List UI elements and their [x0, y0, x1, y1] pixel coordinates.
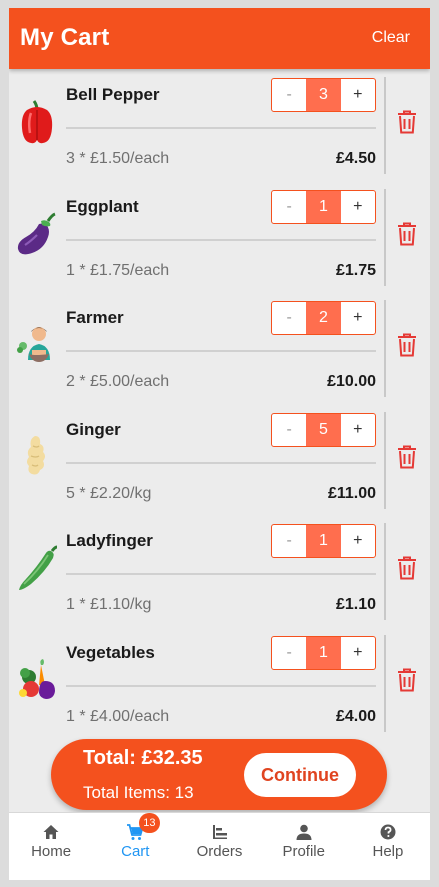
- vertical-divider: [384, 188, 386, 286]
- decrease-quantity-button[interactable]: -: [272, 414, 306, 446]
- item-divider: [66, 350, 376, 352]
- tab-home[interactable]: Home: [9, 813, 93, 880]
- trash-icon[interactable]: [395, 667, 419, 693]
- farmer-image: [17, 327, 50, 362]
- item-name: Ginger: [66, 419, 121, 439]
- quantity-value: 5: [306, 413, 341, 446]
- trash-icon[interactable]: [395, 109, 419, 135]
- increase-quantity-button[interactable]: +: [341, 637, 375, 669]
- quantity-value: 1: [306, 190, 341, 223]
- item-name: Eggplant: [66, 196, 139, 216]
- vertical-divider: [384, 300, 386, 397]
- trash-icon[interactable]: [395, 555, 419, 581]
- continue-button[interactable]: Continue: [244, 753, 356, 797]
- increase-quantity-button[interactable]: +: [341, 191, 375, 223]
- decrease-quantity-button[interactable]: -: [272, 525, 306, 557]
- item-divider: [66, 573, 376, 575]
- cart-item-farmer: Farmer - 2 + 2 * £5.00/each £10.00: [9, 292, 430, 404]
- decrease-quantity-button[interactable]: -: [272, 302, 306, 334]
- tab-help[interactable]: Help: [346, 813, 430, 880]
- cart-total: Total: £32.35: [83, 747, 203, 769]
- item-divider: [66, 461, 376, 464]
- vertical-divider: [384, 77, 386, 174]
- profile-icon: [296, 824, 312, 840]
- tab-profile[interactable]: Profile: [262, 813, 346, 880]
- app-screen: My Cart Clear Bell Pepper - 3 + 3 * £1.5…: [9, 8, 430, 880]
- quantity-stepper: - 1 +: [271, 635, 376, 670]
- item-total-price: £10.00: [327, 373, 376, 390]
- trash-icon[interactable]: [395, 221, 419, 247]
- item-total-price: £4.00: [335, 707, 376, 725]
- checkout-bar: Total: £32.35 Total Items: 13 Continue: [51, 739, 387, 810]
- decrease-quantity-button[interactable]: -: [272, 79, 306, 111]
- quantity-stepper: - 1 +: [271, 524, 376, 558]
- quantity-stepper: - 1 +: [271, 189, 376, 224]
- item-unit-price: 3 * £1.50/each: [66, 150, 170, 167]
- vertical-divider: [384, 523, 386, 620]
- cart-item-vegetables: Vegetables - 1 + 1 * £4.00/each £4.00: [9, 627, 430, 739]
- cart-item-eggplant: Eggplant - 1 + 1 * £1.75/each £1.75: [9, 181, 430, 293]
- item-unit-price: 1 * £1.10/kg: [66, 596, 152, 613]
- cart-item-bell-pepper: Bell Pepper - 3 + 3 * £1.50/each £4.50: [9, 69, 430, 181]
- tab-label: Home: [31, 843, 72, 860]
- tab-cart[interactable]: 13 Cart: [93, 813, 177, 880]
- item-name: Ladyfinger: [66, 531, 153, 550]
- quantity-stepper: - 2 +: [271, 301, 376, 335]
- cart-item-count: Total Items: 13: [83, 783, 194, 802]
- bell-pepper-image: [21, 100, 53, 144]
- item-total-price: £1.10: [335, 596, 376, 613]
- clear-cart-button[interactable]: Clear: [372, 29, 410, 47]
- item-total-price: £11.00: [327, 484, 376, 502]
- item-total-price: £4.50: [335, 150, 376, 167]
- ladyfinger-image: [19, 545, 58, 590]
- item-name: Farmer: [66, 308, 124, 327]
- home-icon: [43, 825, 59, 839]
- item-unit-price: 1 * £1.75/each: [66, 261, 170, 279]
- ginger-image: [27, 435, 45, 474]
- orders-icon: [212, 825, 227, 839]
- decrease-quantity-button[interactable]: -: [272, 191, 306, 223]
- increase-quantity-button[interactable]: +: [341, 302, 375, 334]
- vegetables-image: [19, 658, 55, 699]
- quantity-value: 1: [306, 636, 341, 669]
- item-total-price: £1.75: [335, 261, 376, 279]
- quantity-stepper: - 5 +: [271, 412, 376, 447]
- item-divider: [66, 238, 376, 241]
- quantity-stepper: - 3 +: [271, 78, 376, 112]
- app-header: My Cart Clear: [9, 8, 430, 69]
- increase-quantity-button[interactable]: +: [341, 414, 375, 446]
- item-divider: [66, 127, 376, 129]
- help-icon: [380, 824, 396, 840]
- trash-icon[interactable]: [395, 332, 419, 358]
- vertical-divider: [384, 634, 386, 732]
- quantity-value: 1: [306, 525, 341, 557]
- tab-orders[interactable]: Orders: [177, 813, 261, 880]
- vertical-divider: [384, 411, 386, 509]
- trash-icon[interactable]: [395, 444, 419, 470]
- item-name: Vegetables: [66, 642, 155, 662]
- eggplant-image: [17, 212, 56, 254]
- item-divider: [66, 684, 376, 687]
- tab-label: Profile: [282, 843, 325, 860]
- item-name: Bell Pepper: [66, 85, 160, 104]
- tab-label: Help: [372, 843, 404, 860]
- cart-item-ladyfinger: Ladyfinger - 1 + 1 * £1.10/kg £1.10: [9, 515, 430, 627]
- bottom-tab-bar: Home 13 Cart Orders Profile Help: [9, 812, 430, 880]
- quantity-value: 3: [306, 79, 341, 111]
- increase-quantity-button[interactable]: +: [341, 79, 375, 111]
- quantity-value: 2: [306, 302, 341, 334]
- decrease-quantity-button[interactable]: -: [272, 637, 306, 669]
- tab-label: Orders: [196, 843, 243, 860]
- cart-item-ginger: Ginger - 5 + 5 * £2.20/kg £11.00: [9, 404, 430, 516]
- tab-label: Cart: [121, 843, 150, 860]
- item-unit-price: 1 * £4.00/each: [66, 707, 170, 725]
- item-unit-price: 5 * £2.20/kg: [66, 484, 152, 502]
- item-unit-price: 2 * £5.00/each: [66, 373, 170, 390]
- page-title: My Cart: [20, 24, 110, 51]
- increase-quantity-button[interactable]: +: [341, 525, 375, 557]
- cart-badge: 13: [139, 813, 160, 833]
